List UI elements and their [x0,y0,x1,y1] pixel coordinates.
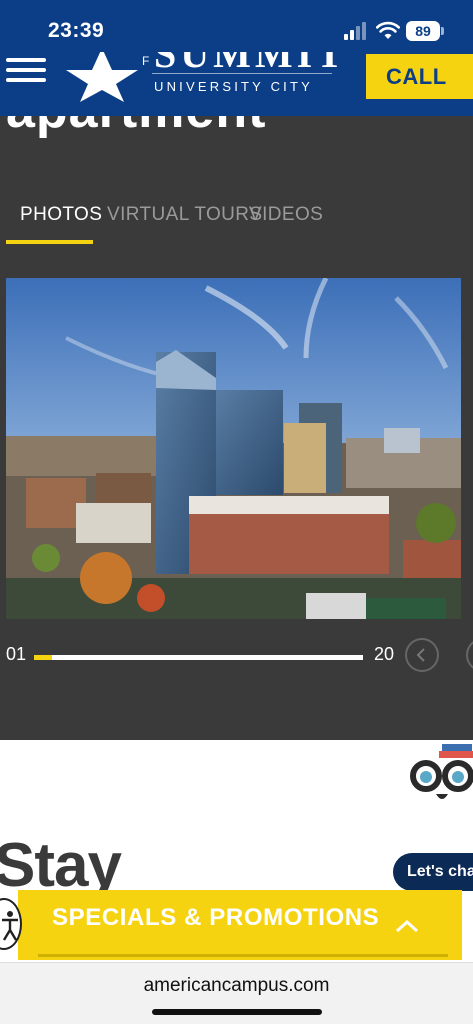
battery-icon: 89 [406,21,440,41]
gallery-pager: 01 20 [0,636,473,676]
logo-divider [152,73,332,74]
gallery-section: apartment PHOTOS VIRTUAL TOURS VIDEOS [0,116,473,740]
chevron-left-icon [416,648,425,662]
summit-logo[interactable]: F SUMMIT UNIVERSITY CITY [66,52,346,102]
tab-virtual-tours[interactable]: VIRTUAL TOURS [107,200,262,244]
specials-label: SPECIALS & PROMOTIONS [52,904,380,931]
url-text[interactable]: americancampus.com [0,975,473,997]
specials-divider [38,954,448,957]
gallery-tabs: PHOTOS VIRTUAL TOURS VIDEOS [0,200,473,250]
owl-mascot-icon[interactable] [406,740,473,804]
active-tab-indicator [6,240,93,244]
star-logo-icon [66,52,138,102]
specials-promotions-bar[interactable]: SPECIALS & PROMOTIONS [18,890,462,960]
status-bar: 23:39 89 [0,0,473,58]
battery-tip [441,27,444,35]
call-us-button[interactable]: CALL US [366,54,473,134]
gallery-progress-bar [34,655,363,660]
logo-subtitle: UNIVERSITY CITY [154,79,314,94]
accessibility-button[interactable] [0,898,22,950]
accessibility-icon [2,911,18,941]
tab-photos[interactable]: PHOTOS [20,200,102,244]
logo-prefix: F [142,54,150,68]
browser-url-bar: americancampus.com [0,962,473,1024]
gallery-progress-fill [34,655,52,660]
previous-slide-button[interactable] [405,638,439,672]
site-header: 23:39 89 F SUMMIT UNIVERSITY CITY CALL U… [0,0,473,134]
page-current: 01 [6,644,27,664]
hamburger-menu-icon[interactable] [6,58,46,84]
section-heading: apartment [6,116,266,140]
gallery-photo[interactable] [6,278,461,619]
cellular-signal-icon [344,22,370,40]
wifi-icon [376,21,400,39]
home-indicator[interactable] [152,1009,322,1015]
next-slide-button[interactable] [466,638,473,672]
chevron-up-icon [395,919,419,933]
tab-videos[interactable]: VIDEOS [249,200,323,244]
chat-button[interactable]: Let's chat [393,853,473,891]
page-total: 20 [374,644,395,664]
building-photo-image [6,278,461,619]
status-time: 23:39 [48,19,105,42]
